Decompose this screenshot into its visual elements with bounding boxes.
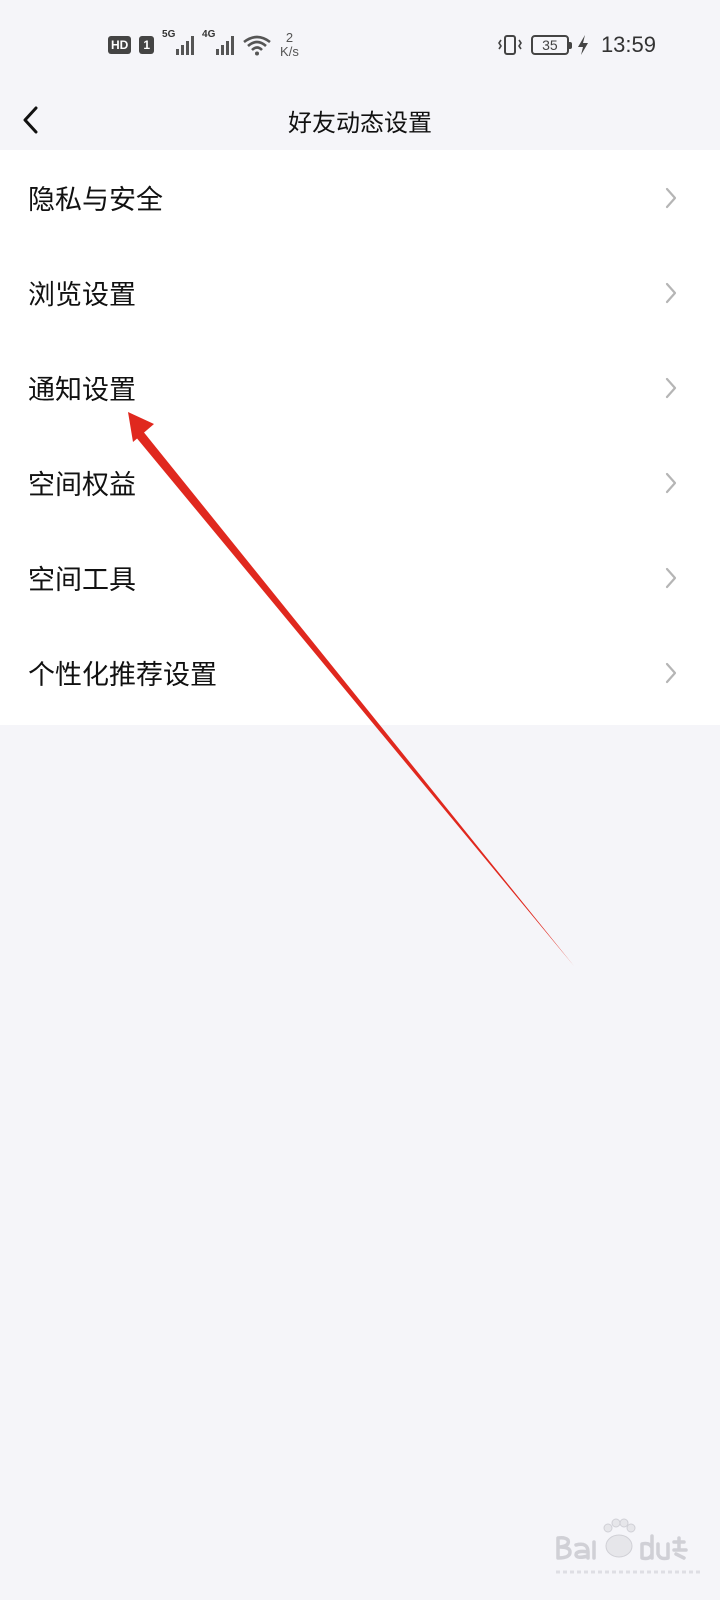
sim-badge: 1 <box>139 36 155 54</box>
network-label-4g: 4G <box>202 29 216 40</box>
wifi-icon <box>243 35 271 56</box>
nav-bar: 好友动态设置 <box>0 90 720 150</box>
chevron-right-icon <box>665 472 677 493</box>
page-title: 好友动态设置 <box>288 108 432 137</box>
network-label-5g: 5G <box>162 29 176 40</box>
chevron-left-icon <box>23 106 38 134</box>
list-item-label: 空间工具 <box>28 565 136 596</box>
list-item-notification-settings[interactable]: 通知设置 <box>0 340 720 435</box>
network-speed: 2 K/s <box>280 31 299 59</box>
signal-icon <box>216 35 235 55</box>
chevron-right-icon <box>665 282 677 303</box>
list-item-space-benefits[interactable]: 空间权益 <box>0 435 720 530</box>
signal-5g: 5G <box>162 29 195 55</box>
speed-value: 2 <box>285 30 294 45</box>
back-button[interactable] <box>8 98 52 142</box>
signal-4g: 4G <box>202 29 235 55</box>
battery-icon: 35 <box>530 35 572 55</box>
list-item-privacy-security[interactable]: 隐私与安全 <box>0 150 720 245</box>
chevron-right-icon <box>665 377 677 398</box>
clock: 13:59 <box>600 32 656 57</box>
list-item-label: 空间权益 <box>28 470 136 501</box>
list-item-label: 通知设置 <box>28 375 136 406</box>
list-item-label: 浏览设置 <box>28 280 136 311</box>
chevron-right-icon <box>665 662 677 683</box>
list-item-label: 隐私与安全 <box>28 185 163 216</box>
status-bar-left: HD 1 5G 4G 2 K/s <box>108 29 299 59</box>
speed-unit: K/s <box>280 44 299 59</box>
list-item-personalized-recommendations[interactable]: 个性化推荐设置 <box>0 625 720 720</box>
settings-list: 隐私与安全 浏览设置 通知设置 空间权益 空间工具 个性化推荐设置 <box>0 150 720 725</box>
vibrate-icon <box>497 35 522 55</box>
chevron-right-icon <box>665 187 677 208</box>
status-bar-right: 35 13:59 <box>497 32 656 58</box>
hd-badge: HD <box>108 36 132 54</box>
list-item-label: 个性化推荐设置 <box>28 660 217 691</box>
list-item-space-tools[interactable]: 空间工具 <box>0 530 720 625</box>
battery-level: 35 <box>542 37 558 53</box>
signal-icon <box>176 35 195 55</box>
status-bar: HD 1 5G 4G 2 K/s 35 13:59 <box>0 0 720 90</box>
list-item-browse-settings[interactable]: 浏览设置 <box>0 245 720 340</box>
chevron-right-icon <box>665 567 677 588</box>
charging-icon <box>577 35 588 55</box>
screen: HD 1 5G 4G 2 K/s 35 13:59 好友动态设置 隐私与安全 浏… <box>0 0 720 1600</box>
baidu-jingyan-watermark <box>556 1518 700 1574</box>
